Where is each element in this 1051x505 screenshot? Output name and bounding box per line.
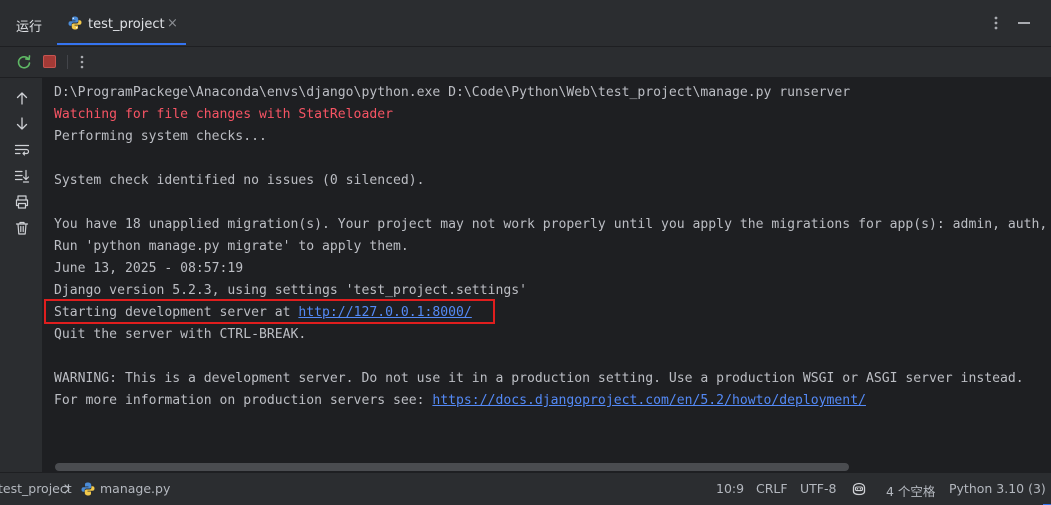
- console-line: Quit the server with CTRL-BREAK.: [54, 324, 1051, 346]
- arrow-down-icon[interactable]: [14, 116, 30, 132]
- status-bar: test_project manage.py 10:9 CRLF UTF-8 4…: [0, 472, 1051, 505]
- python-interpreter[interactable]: Python 3.10 (3): [949, 481, 1046, 496]
- highlight-annotation-box: [44, 299, 495, 324]
- line-separator[interactable]: CRLF: [756, 481, 788, 496]
- console-line: Watching for file changes with StatReloa…: [54, 104, 1051, 126]
- console-output[interactable]: D:\ProgramPackege\Anaconda\envs\django\p…: [42, 78, 1051, 472]
- tab-label: test_project: [88, 17, 165, 32]
- console-line: Run 'python manage.py migrate' to apply …: [54, 236, 1051, 258]
- python-icon: [68, 16, 82, 30]
- console-line: D:\ProgramPackege\Anaconda\envs\django\p…: [54, 82, 1051, 104]
- console-line-text: For more information on production serve…: [54, 393, 433, 408]
- console-line: Performing system checks...: [54, 126, 1051, 148]
- console-line-text: June 13, 2025 - 08:57:19: [54, 261, 244, 276]
- console-line-text: Run 'python manage.py migrate' to apply …: [54, 239, 409, 254]
- console-line: System check identified no issues (0 sil…: [54, 170, 1051, 192]
- console-line-text: Watching for file changes with StatReloa…: [54, 107, 393, 122]
- console-line-text: D:\ProgramPackege\Anaconda\envs\django\p…: [54, 85, 851, 100]
- console-text: D:\ProgramPackege\Anaconda\envs\django\p…: [54, 82, 1051, 412]
- console-line-text: Quit the server with CTRL-BREAK.: [54, 327, 307, 342]
- rerun-icon[interactable]: [16, 54, 32, 70]
- chevron-right-icon: [64, 484, 70, 494]
- console-line-text: You have 18 unapplied migration(s). Your…: [54, 217, 1048, 232]
- toolbar-divider: [67, 55, 68, 69]
- console-line: For more information on production serve…: [54, 390, 1051, 412]
- tool-window-title: 运行: [16, 20, 43, 35]
- file-encoding[interactable]: UTF-8: [800, 481, 836, 496]
- console-side-toolbar: [0, 78, 42, 472]
- console-line: June 13, 2025 - 08:57:19: [54, 258, 1051, 280]
- run-tool-window: 运行 test_project × D:\ProgramPackege\Anac…: [0, 0, 1051, 505]
- more-options-icon[interactable]: [990, 14, 1002, 32]
- more-vertical-icon[interactable]: [78, 54, 86, 70]
- console-line: You have 18 unapplied migration(s). Your…: [54, 214, 1051, 236]
- console-line-text: WARNING: This is a development server. D…: [54, 371, 1024, 386]
- active-tab-indicator: [57, 43, 186, 45]
- python-file-icon: [81, 482, 95, 496]
- minimize-icon[interactable]: [1018, 22, 1030, 24]
- breadcrumb-project[interactable]: test_project: [0, 481, 72, 496]
- console-line-text: Performing system checks...: [54, 129, 267, 144]
- soft-wrap-icon[interactable]: [14, 142, 30, 158]
- console-line-text: Django version 5.2.3, using settings 'te…: [54, 283, 527, 298]
- horizontal-scrollbar[interactable]: [55, 463, 849, 471]
- tab-test-project[interactable]: test_project ×: [57, 8, 186, 45]
- stop-icon[interactable]: [43, 55, 56, 68]
- tool-window-header: 运行 test_project ×: [0, 0, 1051, 47]
- console-link[interactable]: https://docs.djangoproject.com/en/5.2/ho…: [432, 393, 866, 408]
- console-line-text: System check identified no issues (0 sil…: [54, 173, 425, 188]
- tab-close-icon[interactable]: ×: [167, 16, 178, 31]
- print-icon[interactable]: [14, 194, 30, 210]
- scroll-to-end-icon[interactable]: [14, 168, 30, 184]
- console-line: WARNING: This is a development server. D…: [54, 368, 1051, 390]
- arrow-up-icon[interactable]: [14, 90, 30, 106]
- ai-assistant-icon[interactable]: [851, 481, 867, 497]
- indent-setting[interactable]: 4 个空格: [886, 481, 935, 500]
- breadcrumb-file[interactable]: manage.py: [100, 481, 170, 496]
- caret-position[interactable]: 10:9: [716, 481, 744, 496]
- trash-icon[interactable]: [14, 220, 30, 236]
- run-toolbar: [0, 47, 1051, 77]
